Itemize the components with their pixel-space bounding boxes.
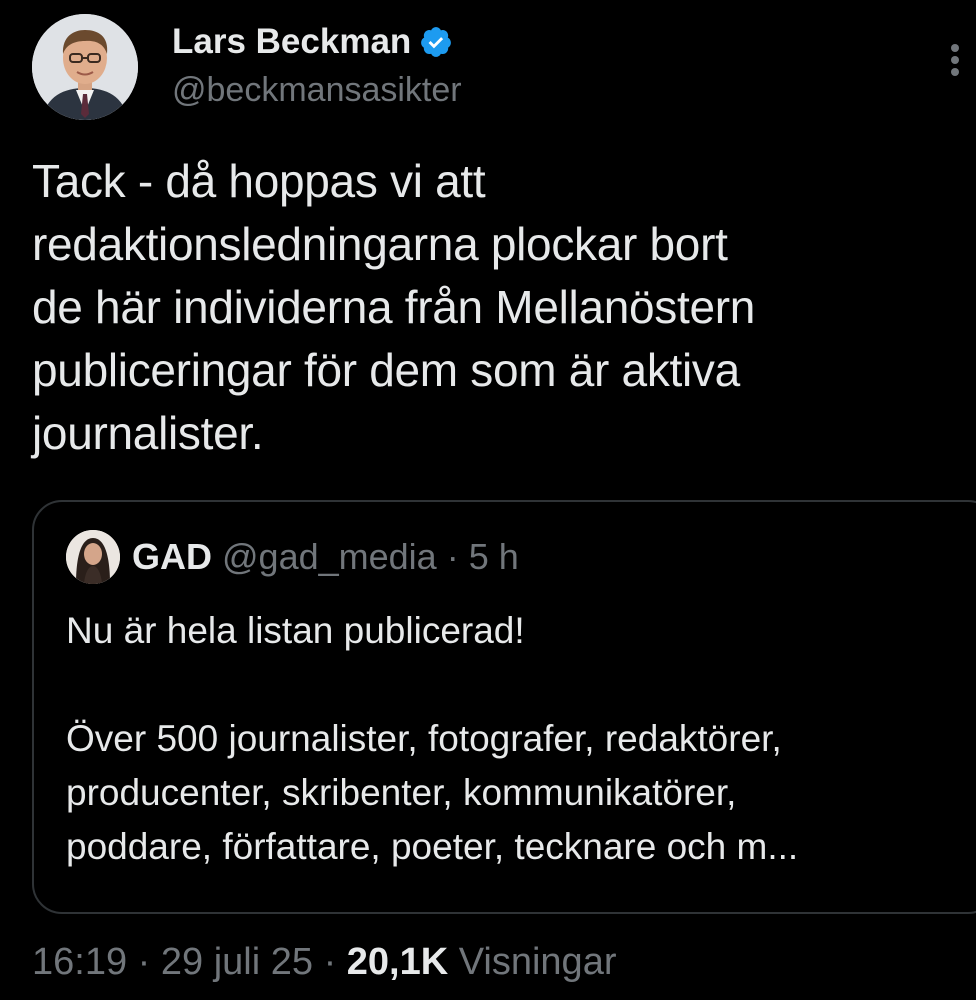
tweet-time[interactable]: 16:19 bbox=[32, 941, 127, 983]
quoted-text-line: producenter, skribenter, kommunikatörer, bbox=[66, 772, 737, 813]
tweet-text-line: de här individerna från Mellanöstern bbox=[32, 281, 756, 333]
author-handle[interactable]: @beckmansasikter bbox=[172, 68, 462, 112]
quoted-text-line: Över 500 journalister, fotografer, redak… bbox=[66, 718, 782, 759]
views-count[interactable]: 20,1K bbox=[347, 941, 448, 983]
quoted-text-blank-line bbox=[66, 658, 976, 712]
quoted-author-handle[interactable]: @gad_media bbox=[222, 536, 437, 577]
tweet-author-row: Lars Beckman @beckmansasikter bbox=[32, 14, 976, 122]
separator-dot: · bbox=[137, 941, 151, 983]
quoted-text-line: Nu är hela listan publicerad! bbox=[66, 610, 525, 651]
tweet-text: Tack - då hoppas vi att redaktionslednin… bbox=[32, 150, 932, 465]
quoted-tweet-time[interactable]: 5 h bbox=[469, 536, 519, 577]
tweet-text-line: Tack - då hoppas vi att bbox=[32, 155, 486, 207]
profile-photo-icon bbox=[66, 530, 120, 584]
profile-photo-icon bbox=[32, 14, 138, 120]
quoted-text-line: poddare, författare, poeter, tecknare oc… bbox=[66, 826, 799, 867]
tweet-text-line: journalister. bbox=[32, 407, 264, 459]
quoted-tweet-text: Nu är hela listan publicerad! Över 500 j… bbox=[66, 604, 976, 874]
quoted-author-avatar[interactable] bbox=[66, 530, 120, 584]
author-avatar[interactable] bbox=[32, 14, 138, 120]
author-display-name[interactable]: Lars Beckman bbox=[172, 20, 462, 64]
separator-dot: · bbox=[446, 536, 459, 577]
more-options-icon[interactable] bbox=[940, 40, 970, 80]
quoted-tweet-card[interactable]: GAD @gad_media · 5 h Nu är hela listan p… bbox=[32, 500, 976, 914]
tweet-footer: 16:19 · 29 juli 25 · 20,1K Visningar bbox=[32, 934, 616, 990]
tweet-date[interactable]: 29 juli 25 bbox=[161, 941, 313, 983]
tweet-text-line: redaktionsledningarna plockar bort bbox=[32, 218, 728, 270]
author-names: Lars Beckman @beckmansasikter bbox=[172, 20, 462, 112]
tweet-text-line: publiceringar för dem som är aktiva bbox=[32, 344, 740, 396]
separator-dot: · bbox=[323, 941, 337, 983]
quoted-tweet-meta: GAD @gad_media · 5 h bbox=[132, 534, 519, 580]
author-display-name-text[interactable]: Lars Beckman bbox=[172, 22, 411, 61]
quoted-author-name[interactable]: GAD bbox=[132, 536, 212, 577]
verified-badge-icon bbox=[421, 27, 452, 57]
views-label[interactable]: Visningar bbox=[459, 941, 617, 983]
